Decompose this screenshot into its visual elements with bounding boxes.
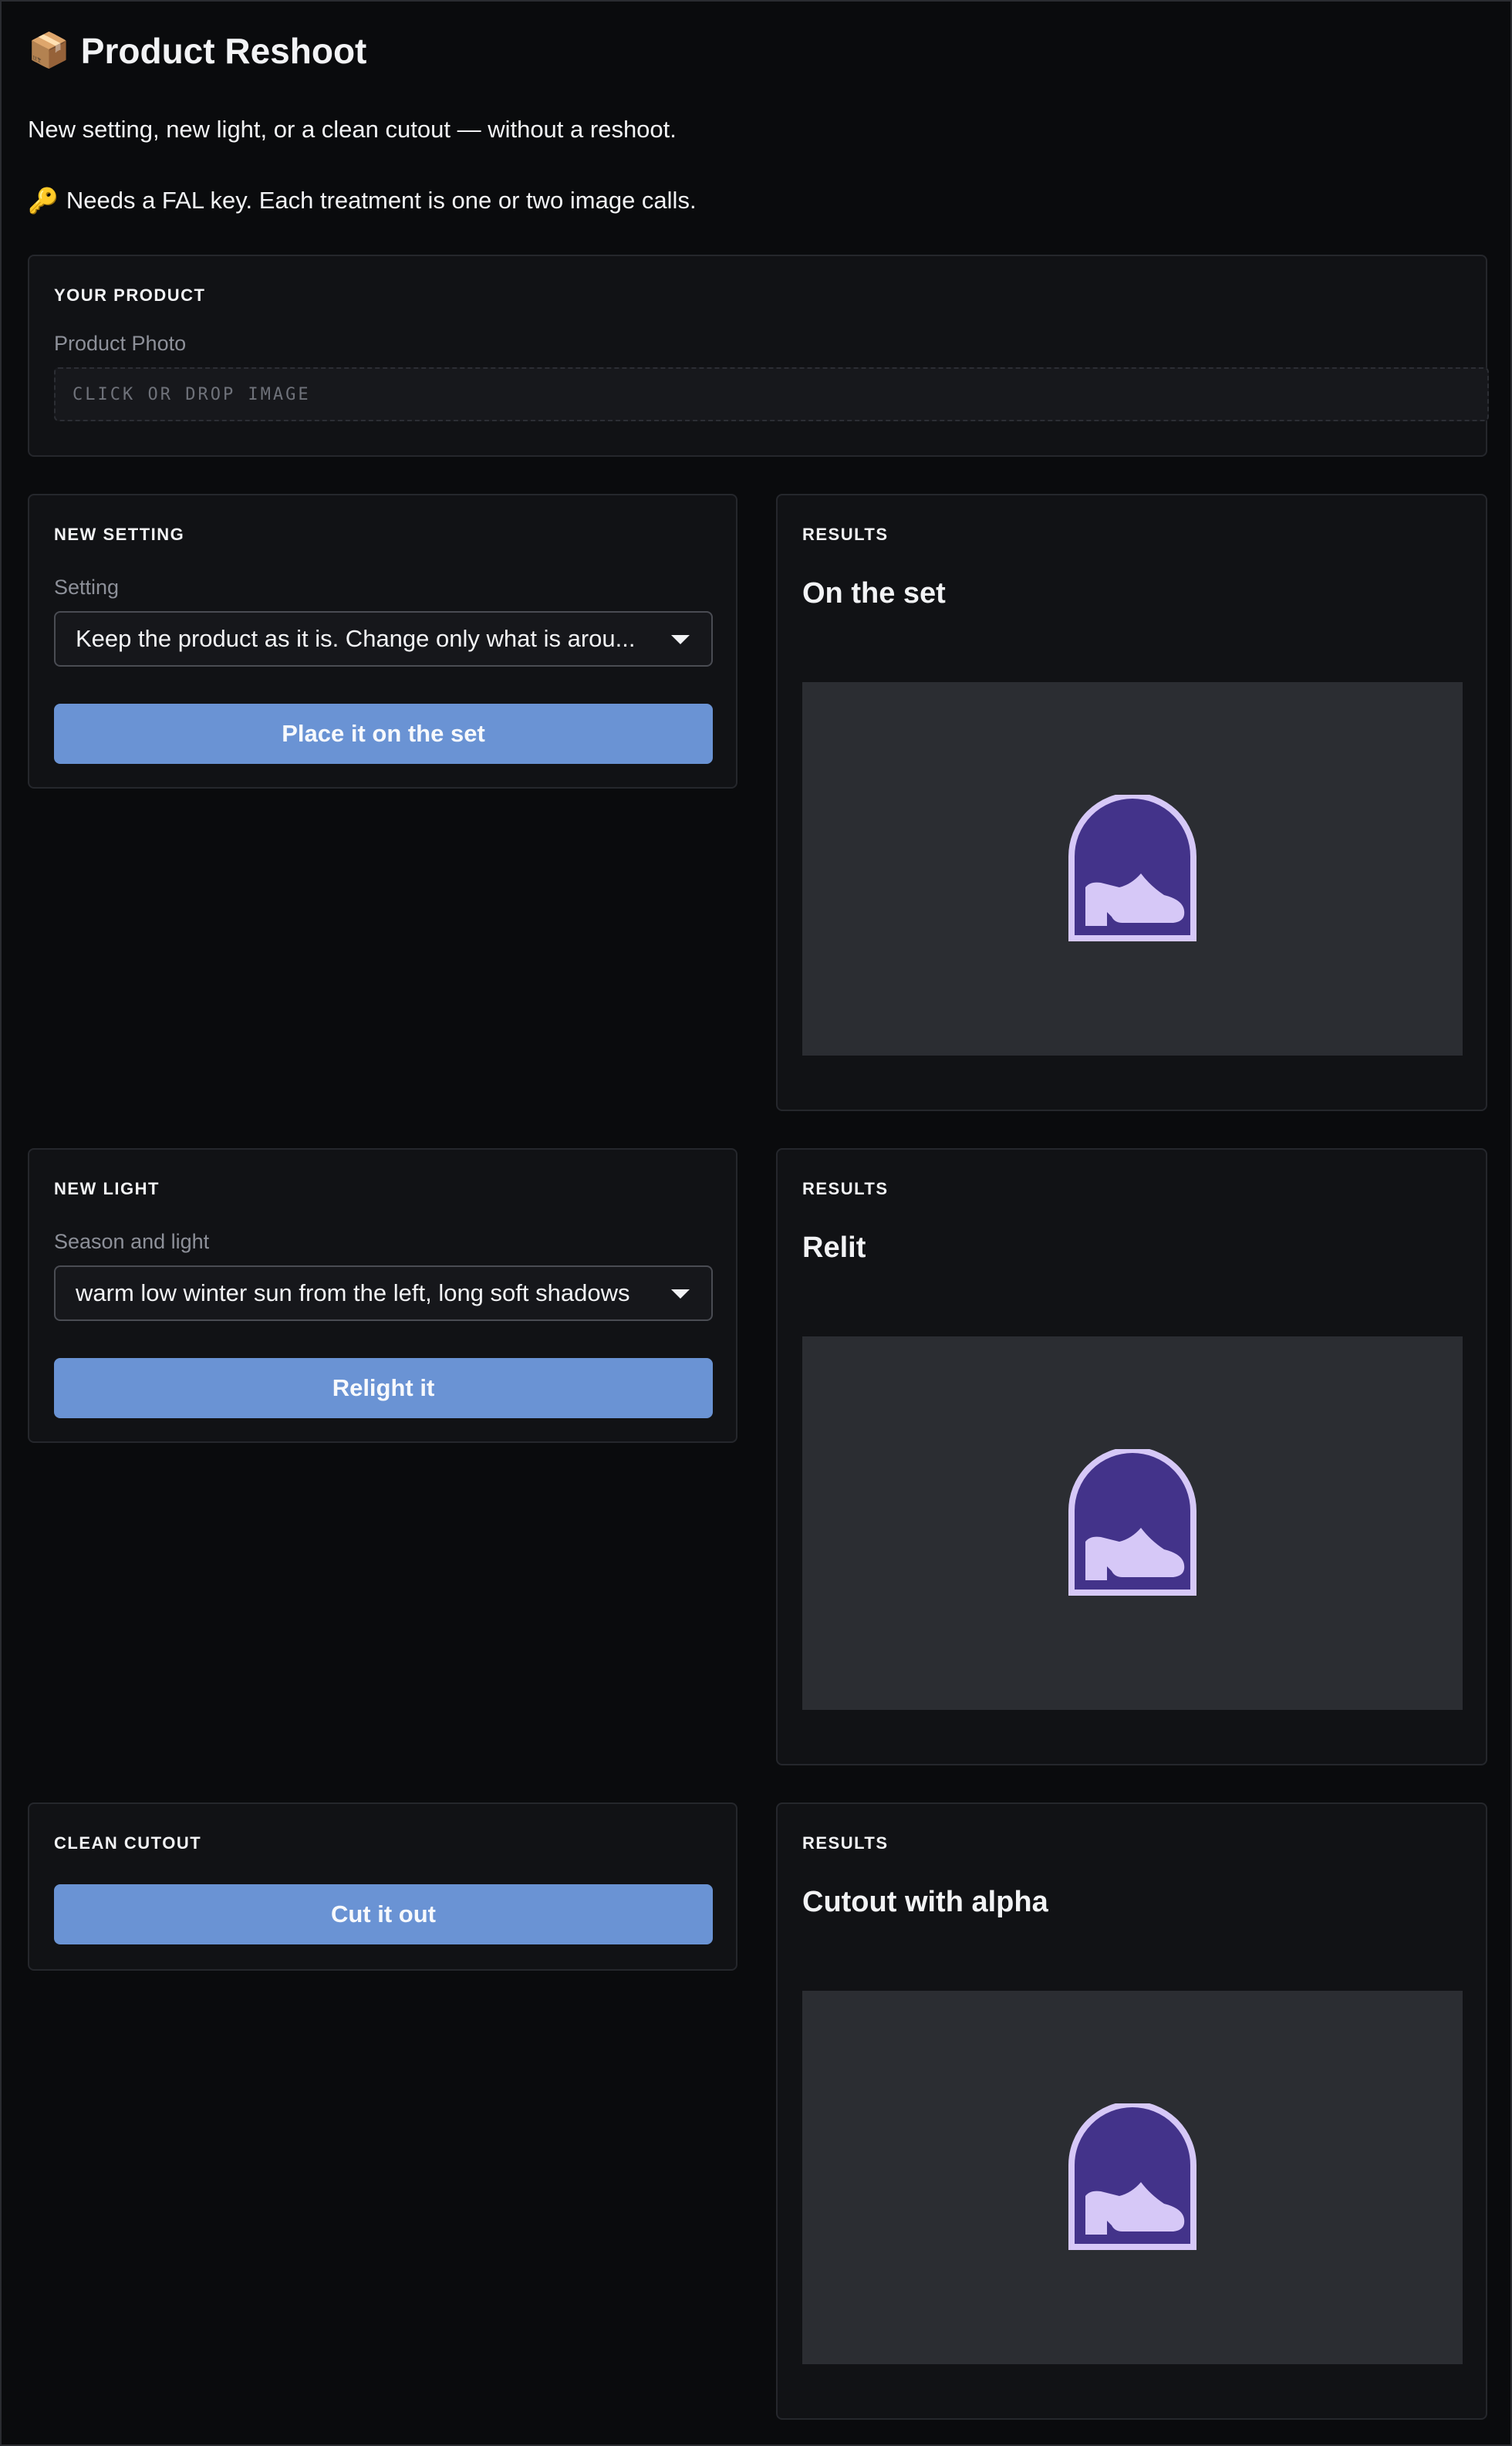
light-section-label: NEW LIGHT bbox=[54, 1179, 160, 1198]
package-icon: 📦 bbox=[28, 32, 70, 69]
chevron-down-icon bbox=[671, 635, 690, 644]
light-panel: NEW LIGHT Season and light warm low wint… bbox=[28, 1148, 737, 1443]
setting-result-image bbox=[802, 682, 1463, 1056]
setting-results-panel: RESULTS On the set bbox=[776, 494, 1487, 1111]
place-on-set-button[interactable]: Place it on the set bbox=[54, 704, 713, 764]
light-results-panel: RESULTS Relit bbox=[776, 1148, 1487, 1765]
cutout-panel: CLEAN CUTOUT Cut it out bbox=[28, 1802, 737, 1971]
app-window: 📦 Product Reshoot New setting, new light… bbox=[0, 0, 1512, 2446]
setting-panel: NEW SETTING Setting Keep the product as … bbox=[28, 494, 737, 789]
light-field-label: Season and light bbox=[54, 1230, 210, 1253]
page-title-text: Product Reshoot bbox=[80, 31, 367, 71]
cutout-section-label: CLEAN CUTOUT bbox=[54, 1833, 202, 1853]
shoe-placeholder-icon bbox=[1068, 1449, 1196, 1596]
light-select-value: warm low winter sun from the left, long … bbox=[76, 1279, 630, 1306]
setting-select-value: Keep the product as it is. Change only w… bbox=[76, 625, 636, 652]
shoe-placeholder-icon bbox=[1068, 2103, 1196, 2250]
cutout-results-title: Cutout with alpha bbox=[802, 1886, 1048, 1918]
setting-results-label: RESULTS bbox=[802, 525, 889, 544]
page-subtitle: New setting, new light, or a clean cutou… bbox=[28, 116, 677, 143]
setting-results-title: On the set bbox=[802, 577, 946, 610]
cutout-results-label: RESULTS bbox=[802, 1833, 889, 1853]
chevron-down-icon bbox=[671, 1289, 690, 1299]
api-key-note-text: Needs a FAL key. Each treatment is one o… bbox=[66, 187, 697, 214]
setting-field-label: Setting bbox=[54, 576, 120, 599]
light-results-title: Relit bbox=[802, 1231, 866, 1264]
setting-select[interactable]: Keep the product as it is. Change only w… bbox=[54, 611, 713, 667]
light-results-label: RESULTS bbox=[802, 1179, 889, 1198]
cutout-result-image bbox=[802, 1991, 1463, 2364]
setting-section-label: NEW SETTING bbox=[54, 525, 185, 544]
product-panel: YOUR PRODUCT Product Photo CLICK OR DROP… bbox=[28, 255, 1489, 457]
cutout-results-panel: RESULTS Cutout with alpha bbox=[776, 1802, 1487, 2420]
light-result-image bbox=[802, 1336, 1463, 1710]
page-title: 📦 Product Reshoot bbox=[28, 29, 366, 73]
shoe-placeholder-icon bbox=[1068, 795, 1196, 941]
api-key-note: 🔑 Needs a FAL key. Each treatment is one… bbox=[28, 185, 697, 216]
key-icon: 🔑 bbox=[28, 187, 59, 215]
light-select[interactable]: warm low winter sun from the left, long … bbox=[54, 1265, 713, 1321]
relight-button[interactable]: Relight it bbox=[54, 1358, 713, 1418]
product-photo-dropzone[interactable]: CLICK OR DROP IMAGE bbox=[54, 367, 1489, 421]
cut-it-out-button[interactable]: Cut it out bbox=[54, 1884, 713, 1944]
dropzone-text: CLICK OR DROP IMAGE bbox=[73, 384, 311, 404]
product-photo-label: Product Photo bbox=[54, 332, 187, 355]
product-section-label: YOUR PRODUCT bbox=[54, 285, 206, 305]
